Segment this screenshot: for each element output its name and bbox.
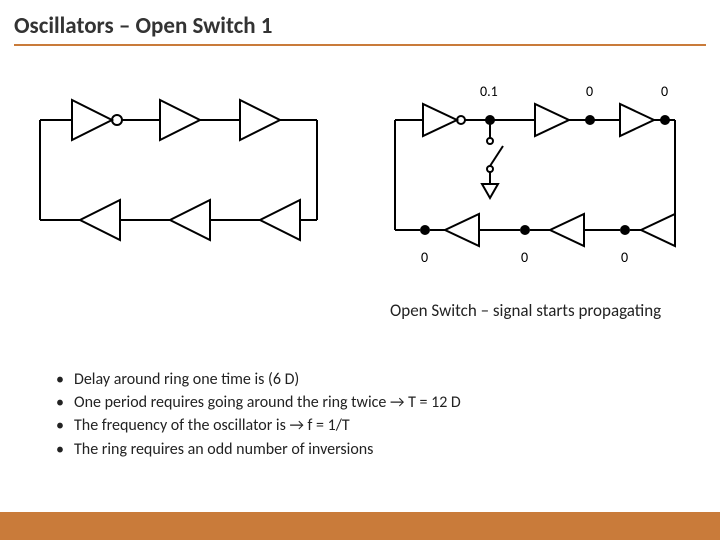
list-item: The frequency of the oscillator is → f =… bbox=[56, 414, 461, 437]
node-label: 0 bbox=[661, 83, 668, 100]
list-item: One period requires going around the rin… bbox=[56, 391, 461, 414]
diagram-caption: Open Switch – signal starts propagating bbox=[390, 300, 661, 321]
node-label: 0 bbox=[521, 249, 528, 266]
node-label: 0 bbox=[621, 249, 628, 266]
bullet-list: Delay around ring one time is (6 D) One … bbox=[56, 368, 461, 461]
ring-diagram-switch: 0.1 0 0 0 0 0 bbox=[375, 80, 700, 280]
list-item: Delay around ring one time is (6 D) bbox=[56, 368, 461, 391]
page-title: Oscillators – Open Switch 1 bbox=[14, 12, 706, 46]
node-label: 0 bbox=[421, 249, 428, 266]
footer-bar bbox=[0, 512, 720, 540]
node-label: 0 bbox=[586, 83, 593, 100]
ring-diagram-plain bbox=[20, 80, 345, 280]
diagram-row: 0.1 0 0 0 0 0 bbox=[20, 80, 700, 280]
list-item: The ring requires an odd number of inver… bbox=[56, 438, 461, 461]
node-label: 0.1 bbox=[480, 83, 498, 100]
